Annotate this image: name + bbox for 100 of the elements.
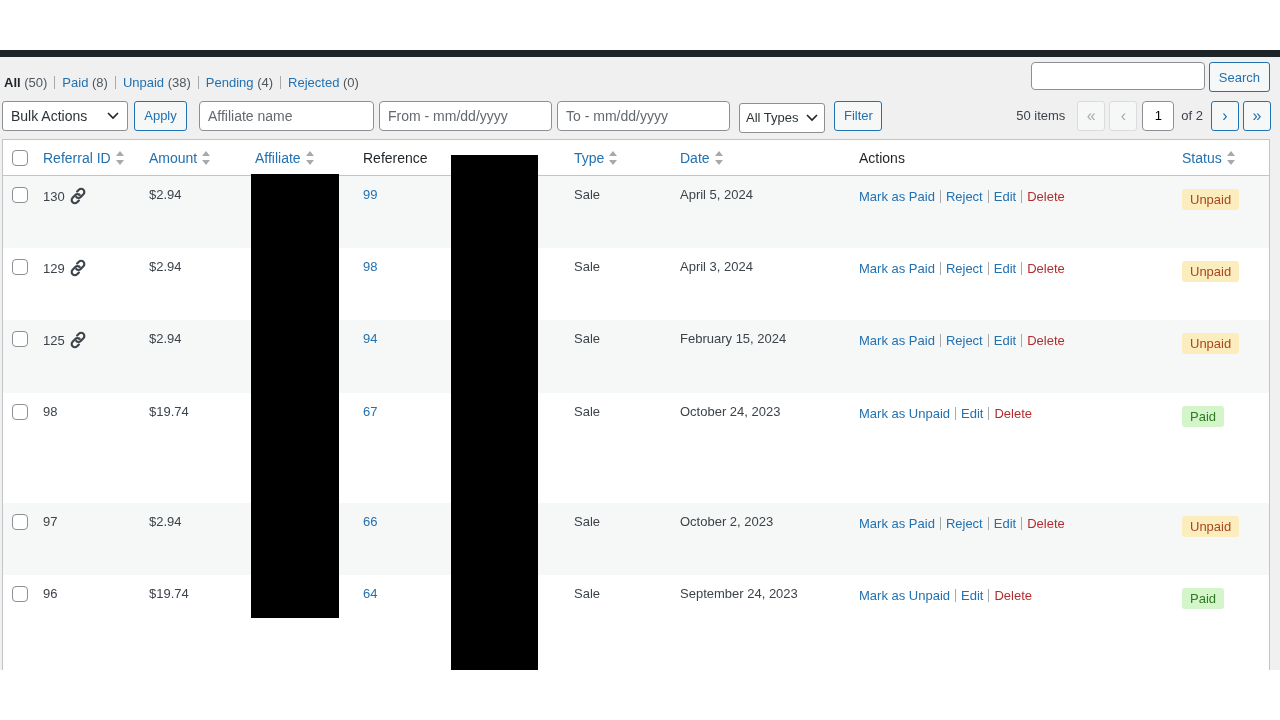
status-badge: Unpaid — [1182, 261, 1240, 282]
row-action-link[interactable]: Edit — [961, 588, 984, 603]
referral-id: 96 — [43, 586, 58, 601]
item-count: 50 items — [1016, 108, 1066, 123]
referral-type: Sale — [574, 514, 601, 529]
page-total: of 2 — [1181, 108, 1203, 123]
page-number-field[interactable]: 1 — [1142, 100, 1175, 131]
reference-link[interactable]: 94 — [363, 331, 378, 346]
column-header[interactable]: Referral ID — [43, 149, 111, 166]
status-badge: Unpaid — [1182, 516, 1240, 537]
referral-type: Sale — [574, 404, 601, 419]
chevron-down-icon — [806, 113, 818, 122]
column-header: Actions — [859, 149, 905, 166]
column-header[interactable]: Date — [680, 149, 710, 166]
row-action-link[interactable]: Delete — [1027, 261, 1065, 276]
to-date-field[interactable]: To - mm/dd/yyyy — [557, 100, 730, 131]
row-checkbox[interactable] — [12, 331, 28, 347]
row-checkbox[interactable] — [12, 187, 28, 203]
from-date-field[interactable]: From - mm/dd/yyyy — [379, 100, 552, 131]
row-action-link[interactable]: Reject — [945, 189, 983, 204]
referral-date: October 2, 2023 — [680, 514, 774, 529]
row-action-link[interactable]: Delete — [994, 406, 1033, 421]
column-header[interactable]: Amount — [149, 149, 198, 166]
type-dropdown[interactable]: All Types — [739, 102, 825, 133]
bulk-actions-dropdown[interactable]: Bulk Actions — [2, 100, 128, 131]
view-filter-link[interactable]: Paid (8) — [62, 75, 108, 90]
reference-link[interactable]: 66 — [363, 514, 378, 529]
status-badge: Unpaid — [1182, 189, 1240, 210]
referral-date: April 5, 2024 — [680, 187, 753, 202]
row-checkbox[interactable] — [12, 586, 28, 602]
referral-type: Sale — [574, 586, 601, 601]
search-button[interactable]: Search — [1208, 62, 1270, 92]
row-action-link[interactable]: Edit — [961, 406, 984, 421]
chevron-down-icon — [107, 111, 119, 120]
referral-id: 130 — [43, 188, 65, 204]
sort-icon — [609, 150, 618, 165]
sort-icon — [115, 150, 124, 165]
referral-id: 97 — [43, 514, 58, 529]
last-page-button[interactable]: » — [1243, 100, 1271, 131]
row-checkbox[interactable] — [12, 404, 28, 420]
referral-date: February 15, 2024 — [680, 331, 787, 346]
next-page-button[interactable]: › — [1211, 100, 1239, 131]
reference-link[interactable]: 67 — [363, 404, 378, 419]
row-action-link[interactable]: Edit — [993, 261, 1017, 276]
row-action-link[interactable]: Mark as Unpaid — [859, 406, 951, 421]
select-all-checkbox[interactable] — [12, 149, 28, 166]
apply-button[interactable]: Apply — [134, 100, 187, 131]
column-header: Reference — [363, 149, 428, 166]
column-header[interactable]: Affiliate — [255, 149, 301, 166]
sort-icon — [202, 150, 211, 165]
sort-icon — [1226, 150, 1235, 165]
reference-link[interactable]: 98 — [363, 259, 378, 274]
row-action-link[interactable]: Delete — [994, 588, 1033, 603]
reference-link[interactable]: 99 — [363, 187, 378, 202]
row-action-link[interactable]: Reject — [945, 333, 983, 348]
filter-button[interactable]: Filter — [834, 100, 882, 131]
row-action-link[interactable]: Reject — [945, 261, 983, 276]
row-action-link[interactable]: Mark as Unpaid — [859, 588, 951, 603]
row-action-link[interactable]: Reject — [945, 516, 983, 531]
referral-type: Sale — [574, 187, 601, 202]
row-checkbox[interactable] — [12, 514, 28, 530]
amount: $19.74 — [149, 404, 189, 419]
status-badge: Unpaid — [1182, 333, 1240, 354]
referral-type: Sale — [574, 331, 601, 346]
view-filter-link[interactable]: Pending (4) — [205, 75, 274, 90]
referral-date: October 24, 2023 — [680, 404, 781, 419]
row-action-link[interactable]: Mark as Paid — [859, 261, 935, 276]
view-filter-link[interactable]: Rejected (0) — [288, 75, 359, 90]
referral-id: 129 — [43, 260, 65, 276]
amount: $2.94 — [149, 514, 182, 529]
row-action-link[interactable]: Mark as Paid — [859, 333, 935, 348]
view-filter-link[interactable]: Unpaid (38) — [122, 75, 191, 90]
row-action-link[interactable]: Mark as Paid — [859, 516, 935, 531]
referral-date: September 24, 2023 — [680, 586, 798, 601]
amount: $2.94 — [149, 331, 182, 346]
sort-icon — [305, 150, 314, 165]
row-action-link[interactable]: Delete — [1027, 333, 1065, 348]
referral-id: 125 — [43, 332, 65, 348]
referral-type: Sale — [574, 259, 601, 274]
row-action-link[interactable]: Edit — [993, 333, 1017, 348]
referral-id: 98 — [43, 404, 58, 419]
search-field[interactable] — [1030, 62, 1205, 90]
amount: $19.74 — [149, 586, 189, 601]
status-badge: Paid — [1182, 406, 1225, 427]
row-action-link[interactable]: Delete — [1027, 516, 1065, 531]
column-header[interactable]: Status — [1182, 149, 1222, 166]
row-action-link[interactable]: Mark as Paid — [859, 189, 935, 204]
amount: $2.94 — [149, 259, 182, 274]
status-badge: Paid — [1182, 588, 1225, 609]
sort-icon — [714, 150, 723, 165]
row-action-link[interactable]: Edit — [993, 516, 1017, 531]
row-action-link[interactable]: Delete — [1027, 189, 1065, 204]
referral-date: April 3, 2024 — [680, 259, 753, 274]
view-filter-link[interactable]: All (50) — [4, 75, 48, 90]
amount: $2.94 — [149, 187, 182, 202]
row-checkbox[interactable] — [12, 259, 28, 275]
column-header[interactable]: Type — [574, 149, 605, 166]
row-action-link[interactable]: Edit — [993, 189, 1017, 204]
affiliate-name-field[interactable]: Affiliate name — [199, 100, 374, 131]
reference-link[interactable]: 64 — [363, 586, 378, 601]
